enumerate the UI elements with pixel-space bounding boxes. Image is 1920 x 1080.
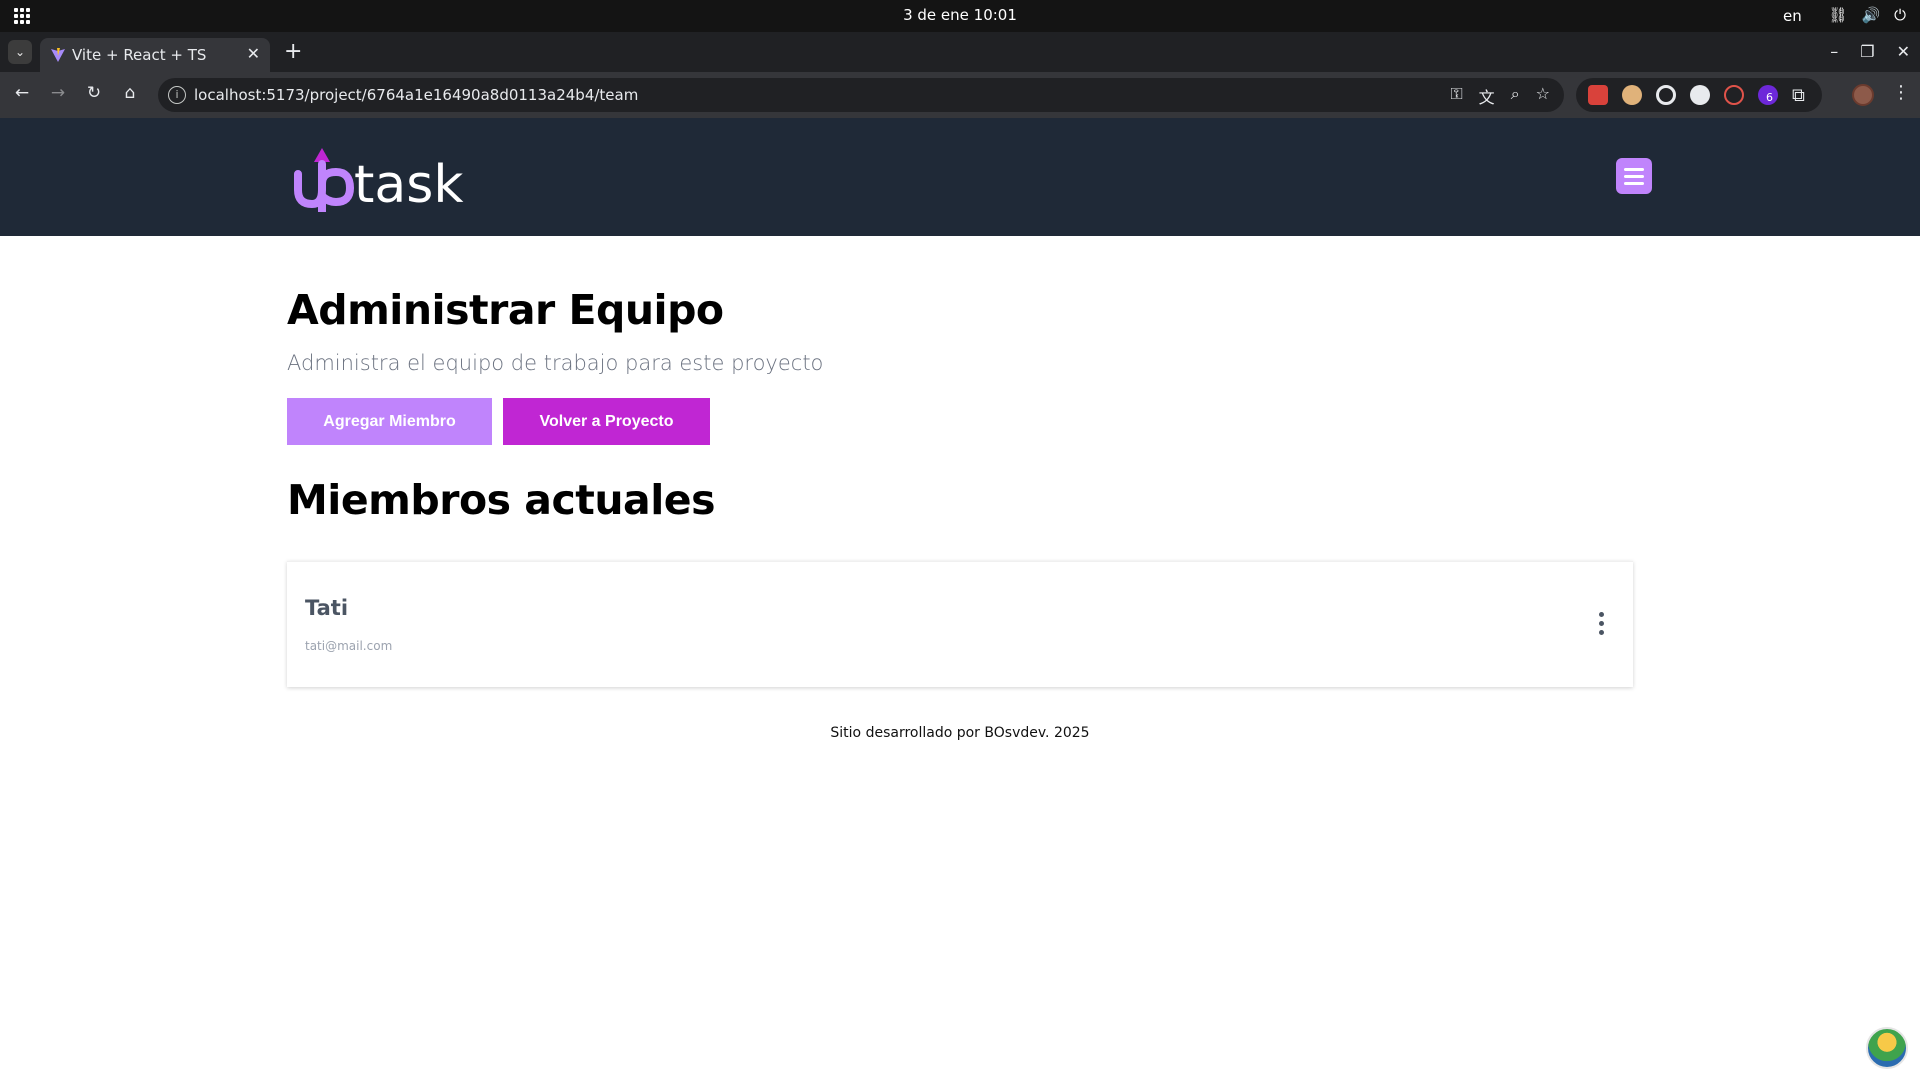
menu-button[interactable] (1616, 158, 1652, 194)
footer-text: Sitio desarrollado por BOsvdev. 2025 (830, 725, 1090, 741)
home-icon[interactable]: ⌂ (118, 83, 142, 103)
list-item: Tati tati@mail.com (287, 561, 1633, 687)
tab-close-icon[interactable]: ✕ (247, 44, 260, 63)
svg-text:task: task (354, 155, 463, 212)
volume-icon: 🔊 (1861, 6, 1881, 24)
back-to-project-button[interactable]: Volver a Proyecto (503, 398, 710, 445)
password-key-icon[interactable]: ⚿ (1450, 84, 1462, 108)
bookmark-star-icon[interactable]: ☆ (1536, 84, 1550, 108)
window-controls: – ❐ ✕ (1830, 42, 1910, 61)
restore-icon[interactable]: ❐ (1860, 42, 1874, 61)
back-icon[interactable]: ← (10, 83, 34, 103)
page-subtitle: Administra el equipo de trabajo para est… (287, 351, 824, 375)
browser-menu-icon[interactable]: ⋮ (1892, 82, 1910, 103)
minimize-icon[interactable]: – (1830, 42, 1838, 61)
site-info-icon[interactable]: i (168, 86, 186, 104)
browser-toolbar: ← → ↻ ⌂ i localhost:5173/project/6764a1e… (0, 72, 1920, 118)
close-window-icon[interactable]: ✕ (1897, 42, 1910, 61)
extension-icon-6[interactable]: 6 (1758, 85, 1778, 105)
extension-badge: 6 (1766, 91, 1773, 104)
os-top-bar: 3 de ene 10:01 en ⛓ 🔊 ⏻ (0, 0, 1920, 32)
extension-icon-5[interactable] (1724, 85, 1744, 105)
tab-search-button[interactable]: ⌄ (8, 40, 32, 64)
member-email: tati@mail.com (305, 639, 393, 653)
power-icon: ⏻ (1894, 6, 1906, 24)
uptask-logo[interactable]: task (292, 144, 482, 212)
address-bar[interactable]: i localhost:5173/project/6764a1e16490a8d… (158, 78, 1564, 112)
translate-icon[interactable]: 文 (1479, 84, 1495, 108)
extension-icon-1[interactable] (1588, 85, 1608, 105)
os-clock[interactable]: 3 de ene 10:01 (0, 6, 1920, 24)
browser-tab[interactable]: Vite + React + TS ✕ (40, 38, 270, 72)
floating-avatar[interactable] (1866, 1027, 1908, 1069)
member-name: Tati (305, 596, 349, 620)
keyboard-language[interactable]: en (1783, 7, 1802, 25)
member-options-icon[interactable] (1597, 612, 1605, 638)
profile-avatar[interactable] (1852, 84, 1874, 106)
network-icon: ⛓ (1828, 6, 1848, 24)
forward-icon[interactable]: → (46, 83, 70, 103)
system-tray[interactable]: ⛓ 🔊 ⏻ (1828, 6, 1906, 24)
new-tab-button[interactable]: + (284, 40, 302, 64)
vite-favicon-icon (51, 48, 65, 62)
extensions-area: 6 ⧉ (1576, 78, 1822, 112)
extension-icon-2[interactable] (1622, 85, 1642, 105)
extension-icon-3[interactable] (1656, 85, 1676, 105)
app-header: task (0, 118, 1920, 236)
tab-title: Vite + React + TS (72, 46, 207, 64)
extension-icon-4[interactable] (1690, 85, 1710, 105)
reload-icon[interactable]: ↻ (82, 83, 106, 103)
page-title: Administrar Equipo (287, 286, 724, 334)
omnibox-actions: ⚿ 文 ⌕ ☆ (1450, 84, 1550, 108)
add-member-button[interactable]: Agregar Miembro (287, 398, 492, 445)
members-title: Miembros actuales (287, 476, 716, 524)
url-text[interactable]: localhost:5173/project/6764a1e16490a8d01… (194, 86, 638, 104)
zoom-icon[interactable]: ⌕ (1511, 84, 1520, 108)
browser-tab-bar: ⌄ Vite + React + TS ✕ + – ❐ ✕ (0, 32, 1920, 72)
extensions-puzzle-icon[interactable]: ⧉ (1792, 85, 1805, 106)
